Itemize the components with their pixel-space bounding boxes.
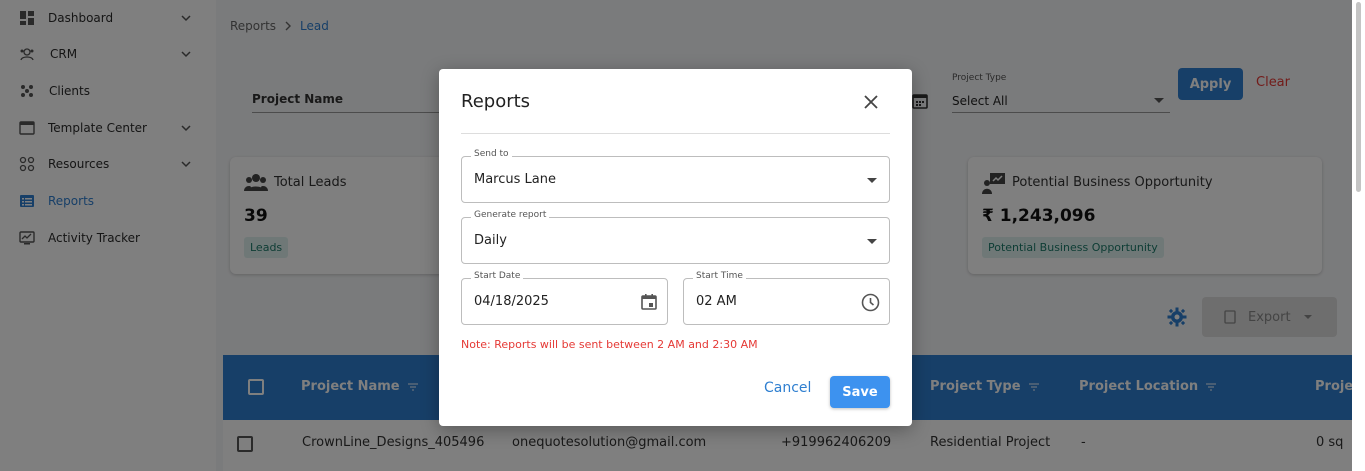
send-to-value: Marcus Lane [474,172,556,187]
dropdown-arrow-icon[interactable] [867,239,877,244]
close-icon [864,95,878,109]
cancel-button[interactable]: Cancel [764,380,811,396]
reports-modal: Reports Send to Marcus Lane Generate rep… [439,69,912,426]
start-time-value: 02 AM [696,294,737,309]
dropdown-arrow-icon[interactable] [867,178,877,183]
close-button[interactable] [862,93,880,111]
generate-report-label: Generate report [471,210,550,220]
start-date-field[interactable]: Start Date 04/18/2025 [461,271,668,325]
calendar-icon[interactable] [640,293,658,311]
clock-icon[interactable] [861,293,880,312]
start-time-field[interactable]: Start Time 02 AM [683,271,890,325]
save-button[interactable]: Save [830,376,890,408]
send-to-select[interactable]: Send to Marcus Lane [461,149,890,203]
scrollbar-thumb[interactable] [1356,2,1361,192]
start-date-label: Start Date [471,271,524,281]
generate-report-value: Daily [474,233,507,248]
page-scrollbar[interactable] [1352,0,1365,471]
schedule-note: Note: Reports will be sent between 2 AM … [461,338,758,351]
start-time-label: Start Time [693,271,746,281]
generate-report-select[interactable]: Generate report Daily [461,210,890,264]
send-to-label: Send to [471,149,512,159]
modal-divider [461,133,890,134]
modal-title: Reports [461,91,531,112]
start-date-value: 04/18/2025 [474,294,549,309]
